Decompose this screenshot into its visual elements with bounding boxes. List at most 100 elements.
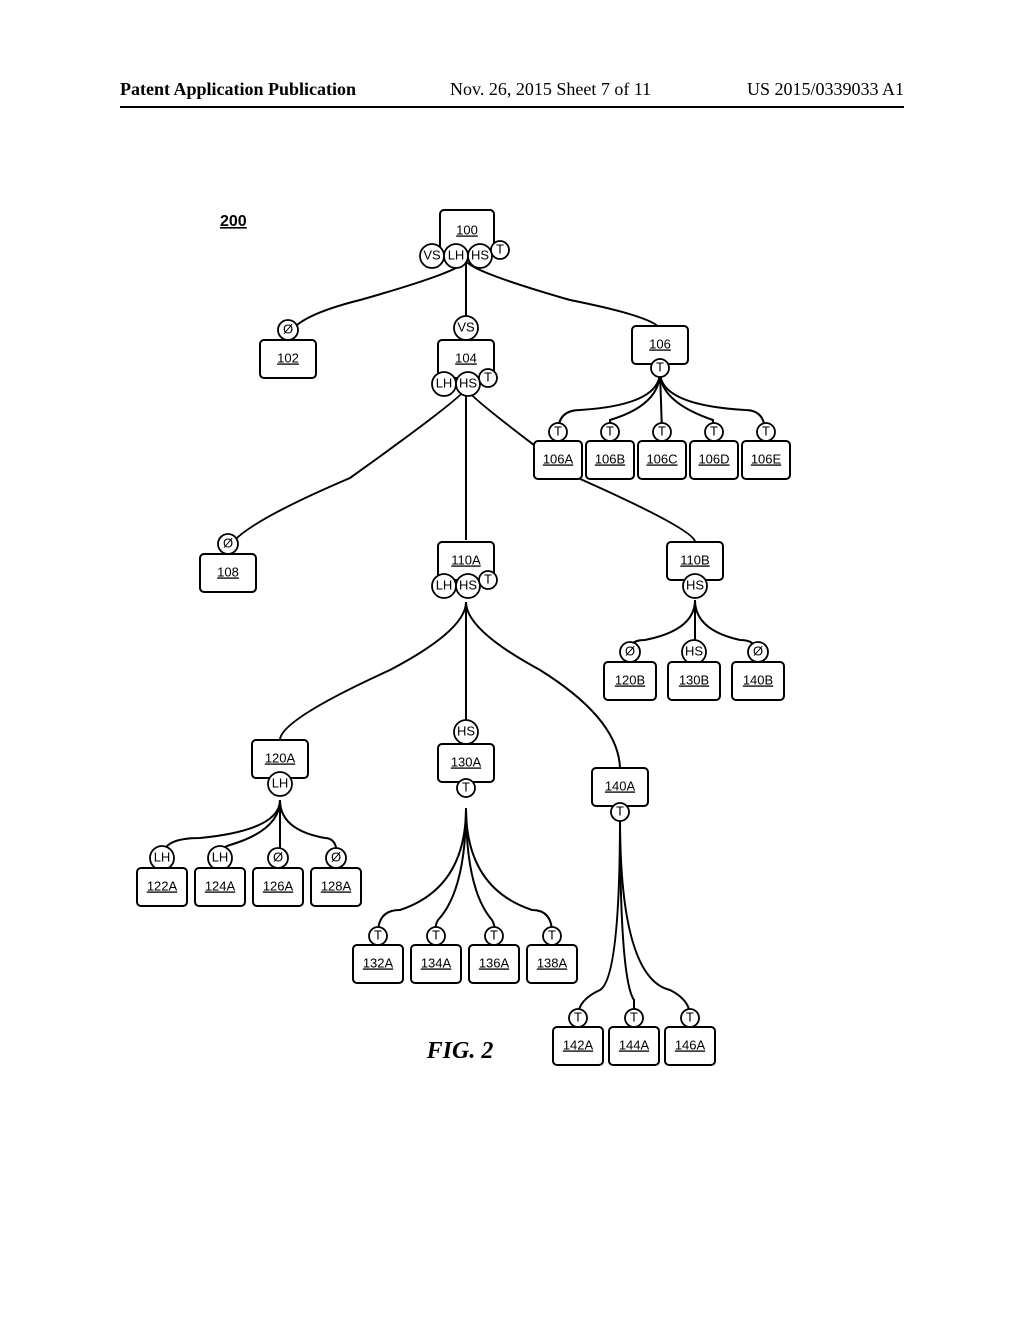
svg-text:144A: 144A [619,1037,650,1052]
node-100: 100 VS LH HS T [420,210,509,268]
node-106A: T 106A [534,423,582,479]
svg-text:140A: 140A [605,778,636,793]
svg-text:T: T [490,927,498,942]
svg-text:LH: LH [448,247,465,262]
node-130B: HS 130B [668,640,720,700]
svg-text:T: T [462,779,470,794]
svg-text:102: 102 [277,350,299,365]
node-134A: T 134A [411,927,461,983]
svg-text:T: T [554,423,562,438]
svg-text:146A: 146A [675,1037,706,1052]
svg-text:VS: VS [423,247,441,262]
svg-text:VS: VS [457,319,475,334]
svg-text:HS: HS [471,247,489,262]
node-106D: T 106D [690,423,738,479]
node-110A: 110A LH HS T [432,542,497,598]
page-header: Patent Application Publication Nov. 26, … [120,76,904,108]
svg-text:Ø: Ø [223,535,233,550]
node-102: Ø 102 [260,320,316,378]
svg-text:120A: 120A [265,750,296,765]
page: Patent Application Publication Nov. 26, … [0,0,1024,1320]
svg-text:T: T [616,803,624,818]
node-106E: T 106E [742,423,790,479]
svg-text:Ø: Ø [625,643,635,658]
svg-text:T: T [710,423,718,438]
node-106: 106 T [632,326,688,377]
svg-text:LH: LH [436,375,453,390]
svg-text:106: 106 [649,336,671,351]
svg-text:LH: LH [154,849,171,864]
svg-text:138A: 138A [537,955,568,970]
svg-text:HS: HS [459,577,477,592]
svg-text:Ø: Ø [753,643,763,658]
svg-text:110A: 110A [451,552,481,567]
svg-text:T: T [374,927,382,942]
node-130A: HS 130A T [438,720,494,797]
svg-text:130B: 130B [679,672,709,687]
svg-text:HS: HS [457,723,475,738]
node-124A: LH 124A [195,846,245,906]
svg-text:120B: 120B [615,672,645,687]
node-126A: Ø 126A [253,848,303,906]
svg-text:106A: 106A [543,451,574,466]
node-104: VS 104 LH HS T [432,316,497,396]
node-142A: T 142A [553,1009,603,1065]
node-128A: Ø 128A [311,848,361,906]
svg-text:T: T [762,423,770,438]
svg-text:T: T [574,1009,582,1024]
svg-text:T: T [658,423,666,438]
svg-text:T: T [496,241,504,256]
node-146A: T 146A [665,1009,715,1065]
svg-text:108: 108 [217,564,239,579]
node-122A: LH 122A [137,846,187,906]
svg-text:106B: 106B [595,451,625,466]
svg-text:122A: 122A [147,878,178,893]
svg-text:T: T [484,369,492,384]
header-left: Patent Application Publication [120,79,356,100]
node-136A: T 136A [469,927,519,983]
node-120B: Ø 120B [604,642,656,700]
svg-text:124A: 124A [205,878,236,893]
svg-text:HS: HS [686,577,704,592]
svg-text:110B: 110B [680,552,709,567]
svg-text:130A: 130A [451,754,482,769]
svg-text:LH: LH [436,577,453,592]
figure-label: FIG. 2 [426,1038,494,1064]
svg-text:Ø: Ø [331,849,341,864]
node-132A: T 132A [353,927,403,983]
svg-text:T: T [686,1009,694,1024]
svg-text:T: T [484,571,492,586]
node-106B: T 106B [586,423,634,479]
node-120A: 120A LH [252,740,308,796]
svg-text:106D: 106D [698,451,729,466]
header-right: US 2015/0339033 A1 [747,79,904,100]
svg-text:T: T [656,359,664,374]
node-140B: Ø 140B [732,642,784,700]
node-144A: T 144A [609,1009,659,1065]
svg-text:126A: 126A [263,878,294,893]
svg-text:Ø: Ø [283,321,293,336]
svg-text:106E: 106E [751,451,782,466]
svg-text:140B: 140B [743,672,773,687]
svg-text:T: T [630,1009,638,1024]
svg-text:LH: LH [212,849,229,864]
node-108: Ø 108 [200,534,256,592]
svg-text:T: T [548,927,556,942]
header-mid: Nov. 26, 2015 Sheet 7 of 11 [450,79,651,100]
svg-text:Ø: Ø [273,849,283,864]
node-110B: 110B HS [667,542,723,598]
svg-text:LH: LH [272,775,289,790]
svg-text:106C: 106C [646,451,677,466]
svg-text:132A: 132A [363,955,394,970]
node-138A: T 138A [527,927,577,983]
svg-text:100: 100 [456,222,478,237]
svg-text:136A: 136A [479,955,510,970]
svg-text:134A: 134A [421,955,452,970]
svg-text:128A: 128A [321,878,352,893]
svg-text:142A: 142A [563,1037,594,1052]
diagram-svg: 200 100 VS LH HS T Ø 102 VS 104 LH [100,210,880,1110]
diagram-wrap: 200 100 VS LH HS T Ø 102 VS 104 LH [100,210,880,1110]
svg-text:T: T [606,423,614,438]
node-140A: 140A T [592,768,648,821]
node-106C: T 106C [638,423,686,479]
